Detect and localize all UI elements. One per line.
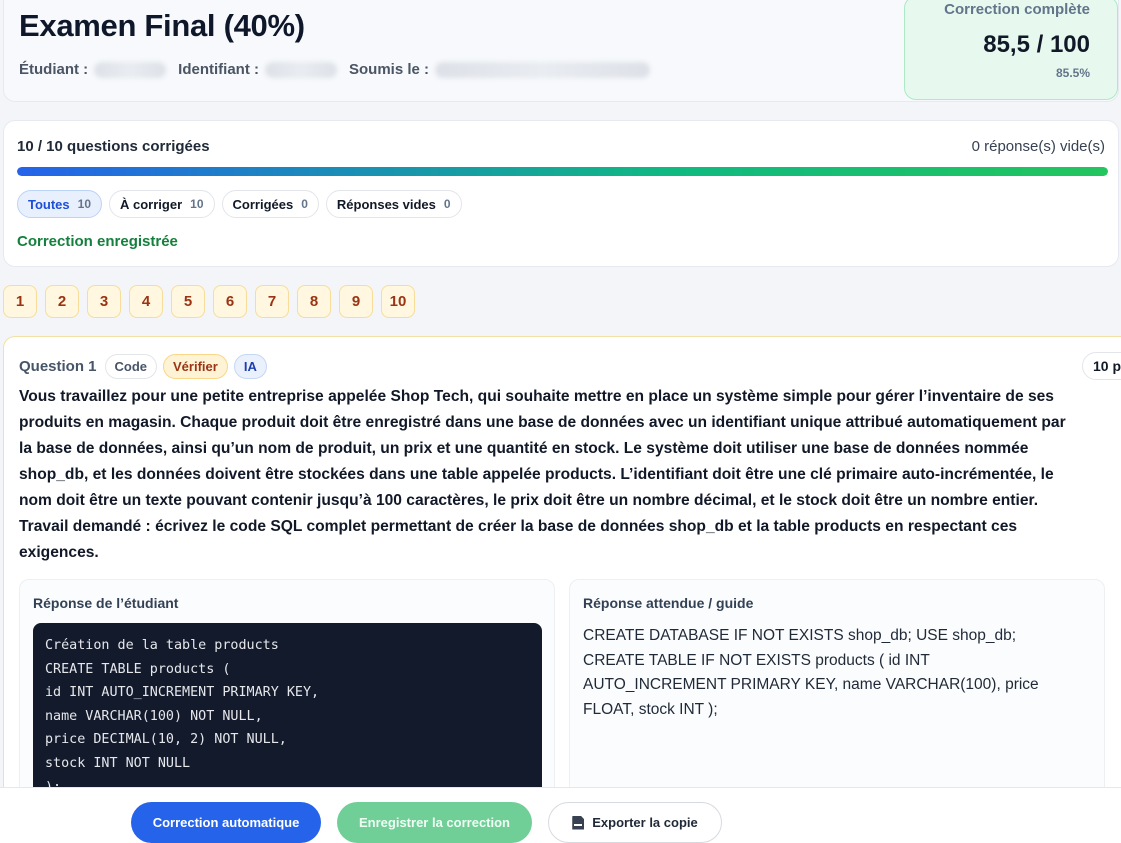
question-nav-button[interactable]: 8 — [297, 285, 331, 318]
action-bar: Correction automatique Enregistrer la co… — [0, 787, 1121, 843]
question-title: Question 1 — [19, 358, 97, 375]
question-nav-button[interactable]: 2 — [45, 285, 79, 318]
filter-count: 10 — [77, 197, 92, 211]
progress-bar-fill — [17, 167, 1108, 176]
question-header: Question 1 Code Vérifier IA — [19, 354, 267, 379]
expected-answer-title: Réponse attendue / guide — [583, 595, 754, 611]
pdf-icon — [572, 815, 585, 830]
score-value: 85,5 / 100 — [983, 31, 1090, 58]
score-card: Correction complète 85,5 / 100 85.5% — [904, 0, 1118, 100]
id-label: Identifiant : — [178, 61, 259, 78]
question-card: Question 1 Code Vérifier IA 10 pts Vous … — [3, 336, 1121, 843]
filter-label: À corriger — [120, 196, 183, 212]
progress-card: 10 / 10 questions corrigées 0 réponse(s)… — [3, 120, 1119, 267]
filter-chips: Toutes 10 À corriger 10 Corrigées 0 Répo… — [17, 190, 462, 218]
tag-ai: IA — [233, 354, 267, 379]
filter-label: Toutes — [28, 196, 70, 212]
grading-status: Correction complète — [944, 1, 1090, 18]
submission-meta: Étudiant : Identifiant : Soumis le : — [19, 61, 662, 78]
save-status-message: Correction enregistrée — [17, 233, 178, 250]
question-nav-button[interactable]: 10 — [381, 285, 415, 318]
student-answer-title: Réponse de l’étudiant — [33, 595, 179, 611]
filter-to-grade[interactable]: À corriger 10 — [109, 190, 215, 218]
filter-count: 0 — [301, 197, 308, 211]
graded-count: 10 / 10 questions corrigées — [17, 138, 210, 155]
page-title: Examen Final (40%) — [19, 8, 305, 43]
save-correction-label: Enregistrer la correction — [359, 815, 510, 830]
filter-label: Réponses vides — [336, 196, 436, 212]
filter-count: 10 — [190, 197, 204, 211]
submitted-label: Soumis le : — [348, 61, 430, 78]
question-nav-button[interactable]: 9 — [339, 285, 373, 318]
question-points: 10 pts — [1082, 352, 1121, 380]
filter-graded[interactable]: Corrigées 0 — [221, 190, 319, 218]
auto-correct-label: Correction automatique — [152, 815, 300, 830]
empty-count: 0 réponse(s) vide(s) — [971, 138, 1105, 155]
tag-code: Code — [104, 354, 158, 379]
question-nav-button[interactable]: 1 — [3, 285, 37, 318]
filter-label: Corrigées — [232, 196, 294, 212]
tag-verify: Vérifier — [163, 354, 228, 379]
question-nav-button[interactable]: 4 — [129, 285, 163, 318]
expected-answer-text: CREATE DATABASE IF NOT EXISTS shop_db; U… — [583, 627, 1039, 718]
question-nav-button[interactable]: 6 — [213, 285, 247, 318]
filter-empty[interactable]: Réponses vides 0 — [325, 190, 462, 218]
auto-correct-button[interactable]: Correction automatique — [131, 802, 321, 843]
score-percent: 85.5% — [1055, 66, 1090, 80]
filter-count: 0 — [443, 197, 451, 211]
submitted-date-redacted — [435, 61, 651, 78]
export-copy-label: Exporter la copie — [592, 815, 698, 830]
question-text: Vous travaillez pour une petite entrepri… — [19, 388, 1066, 561]
export-copy-button[interactable]: Exporter la copie — [548, 802, 722, 843]
progress-bar — [17, 167, 1108, 176]
student-name-redacted — [94, 61, 167, 78]
question-nav: 1 2 3 4 5 6 7 8 9 10 — [3, 285, 415, 318]
save-correction-button[interactable]: Enregistrer la correction — [337, 802, 532, 843]
filter-all[interactable]: Toutes 10 — [17, 190, 103, 218]
question-nav-button[interactable]: 5 — [171, 285, 205, 318]
student-id-redacted — [264, 61, 337, 78]
question-nav-button[interactable]: 3 — [87, 285, 121, 318]
question-nav-button[interactable]: 7 — [255, 285, 289, 318]
student-label: Étudiant : — [19, 61, 89, 78]
